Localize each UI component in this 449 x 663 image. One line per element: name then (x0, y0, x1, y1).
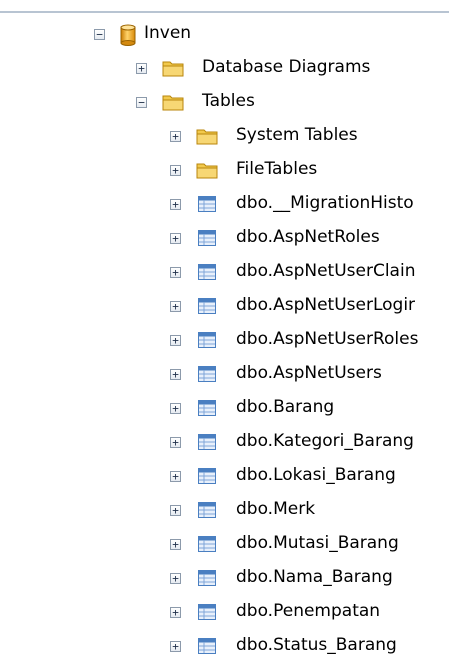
tree-node-label: dbo.Barang (236, 397, 335, 417)
expand-toggle[interactable]: + (136, 63, 147, 74)
table-icon (198, 400, 216, 421)
tree-node-table[interactable]: + dbo.Status_Barang (0, 629, 449, 663)
tree-node-label: dbo.AspNetUserRoles (236, 329, 419, 349)
expand-toggle[interactable]: + (170, 437, 181, 448)
table-icon (198, 434, 216, 455)
expand-toggle[interactable]: + (170, 131, 181, 142)
tree-node-inven[interactable]: − Inven (0, 17, 449, 51)
expand-toggle[interactable]: + (170, 301, 181, 312)
tree-node-label: dbo.AspNetUserLogir (236, 295, 416, 315)
folder-icon (196, 127, 218, 150)
table-icon (198, 502, 216, 523)
tree-node-label: dbo.Status_Barang (236, 635, 397, 655)
tree-node-table[interactable]: + dbo.Kategori_Barang (0, 425, 449, 459)
folder-icon (196, 161, 218, 184)
tree-node-label: Inven (144, 23, 192, 43)
table-icon (198, 468, 216, 489)
collapse-toggle[interactable]: − (94, 29, 105, 40)
tree-node-filetables[interactable]: + FileTables (0, 153, 449, 187)
tree-node-tables[interactable]: − Tables (0, 85, 449, 119)
tree-node-table[interactable]: + dbo.AspNetUsers (0, 357, 449, 391)
expand-toggle[interactable]: + (170, 505, 181, 516)
tree-node-table[interactable]: + dbo.AspNetUserRoles (0, 323, 449, 357)
expand-toggle[interactable]: + (170, 539, 181, 550)
tree-node-label: dbo.Merk (236, 499, 316, 519)
table-icon (198, 230, 216, 251)
window-top-border (0, 11, 449, 13)
tree-node-label: dbo.Nama_Barang (236, 567, 393, 587)
tree-node-label: dbo.Kategori_Barang (236, 431, 414, 451)
table-icon (198, 196, 216, 217)
tree-node-table[interactable]: + dbo.__MigrationHisto (0, 187, 449, 221)
tree-node-database-diagrams[interactable]: + Database Diagrams (0, 51, 449, 85)
tree-node-table[interactable]: + dbo.Merk (0, 493, 449, 527)
expand-toggle[interactable]: + (170, 199, 181, 210)
folder-icon (162, 59, 184, 82)
expand-toggle[interactable]: + (170, 573, 181, 584)
expand-toggle[interactable]: + (170, 607, 181, 618)
tree-node-table[interactable]: + dbo.Barang (0, 391, 449, 425)
expand-toggle[interactable]: + (170, 233, 181, 244)
expand-toggle[interactable]: + (170, 335, 181, 346)
tree-node-label: FileTables (236, 159, 318, 179)
expand-toggle[interactable]: + (170, 471, 181, 482)
collapse-toggle[interactable]: − (136, 97, 147, 108)
tree-node-table[interactable]: + dbo.AspNetUserLogir (0, 289, 449, 323)
tree-node-label: dbo.Mutasi_Barang (236, 533, 399, 553)
expand-toggle[interactable]: + (170, 403, 181, 414)
table-icon (198, 366, 216, 387)
tree-node-label: dbo.Penempatan (236, 601, 381, 621)
tree-node-table[interactable]: + dbo.AspNetUserClain (0, 255, 449, 289)
tree-node-label: dbo.AspNetUsers (236, 363, 382, 383)
tree-node-table[interactable]: + dbo.AspNetRoles (0, 221, 449, 255)
tree-node-label: Database Diagrams (202, 57, 371, 77)
tree-node-table[interactable]: + dbo.Lokasi_Barang (0, 459, 449, 493)
expand-toggle[interactable]: + (170, 165, 181, 176)
tree-node-label: Tables (202, 91, 255, 111)
folder-icon (162, 93, 184, 116)
tree-node-system-tables[interactable]: + System Tables (0, 119, 449, 153)
tree-node-table[interactable]: + dbo.Mutasi_Barang (0, 527, 449, 561)
table-icon (198, 638, 216, 659)
database-icon (120, 24, 136, 51)
table-icon (198, 264, 216, 285)
object-explorer-tree: − Inven + Database Diagrams − Tables + S… (0, 17, 449, 663)
tree-node-label: System Tables (236, 125, 358, 145)
expand-toggle[interactable]: + (170, 267, 181, 278)
tree-node-label: dbo.AspNetRoles (236, 227, 380, 247)
expand-toggle[interactable]: + (170, 369, 181, 380)
tree-node-label: dbo.__MigrationHisto (236, 193, 414, 213)
tree-node-table[interactable]: + dbo.Nama_Barang (0, 561, 449, 595)
expand-toggle[interactable]: + (170, 641, 181, 652)
tree-node-label: dbo.AspNetUserClain (236, 261, 416, 281)
tree-node-table[interactable]: + dbo.Penempatan (0, 595, 449, 629)
tree-node-label: dbo.Lokasi_Barang (236, 465, 396, 485)
table-icon (198, 332, 216, 353)
table-icon (198, 604, 216, 625)
table-icon (198, 536, 216, 557)
table-icon (198, 570, 216, 591)
table-icon (198, 298, 216, 319)
